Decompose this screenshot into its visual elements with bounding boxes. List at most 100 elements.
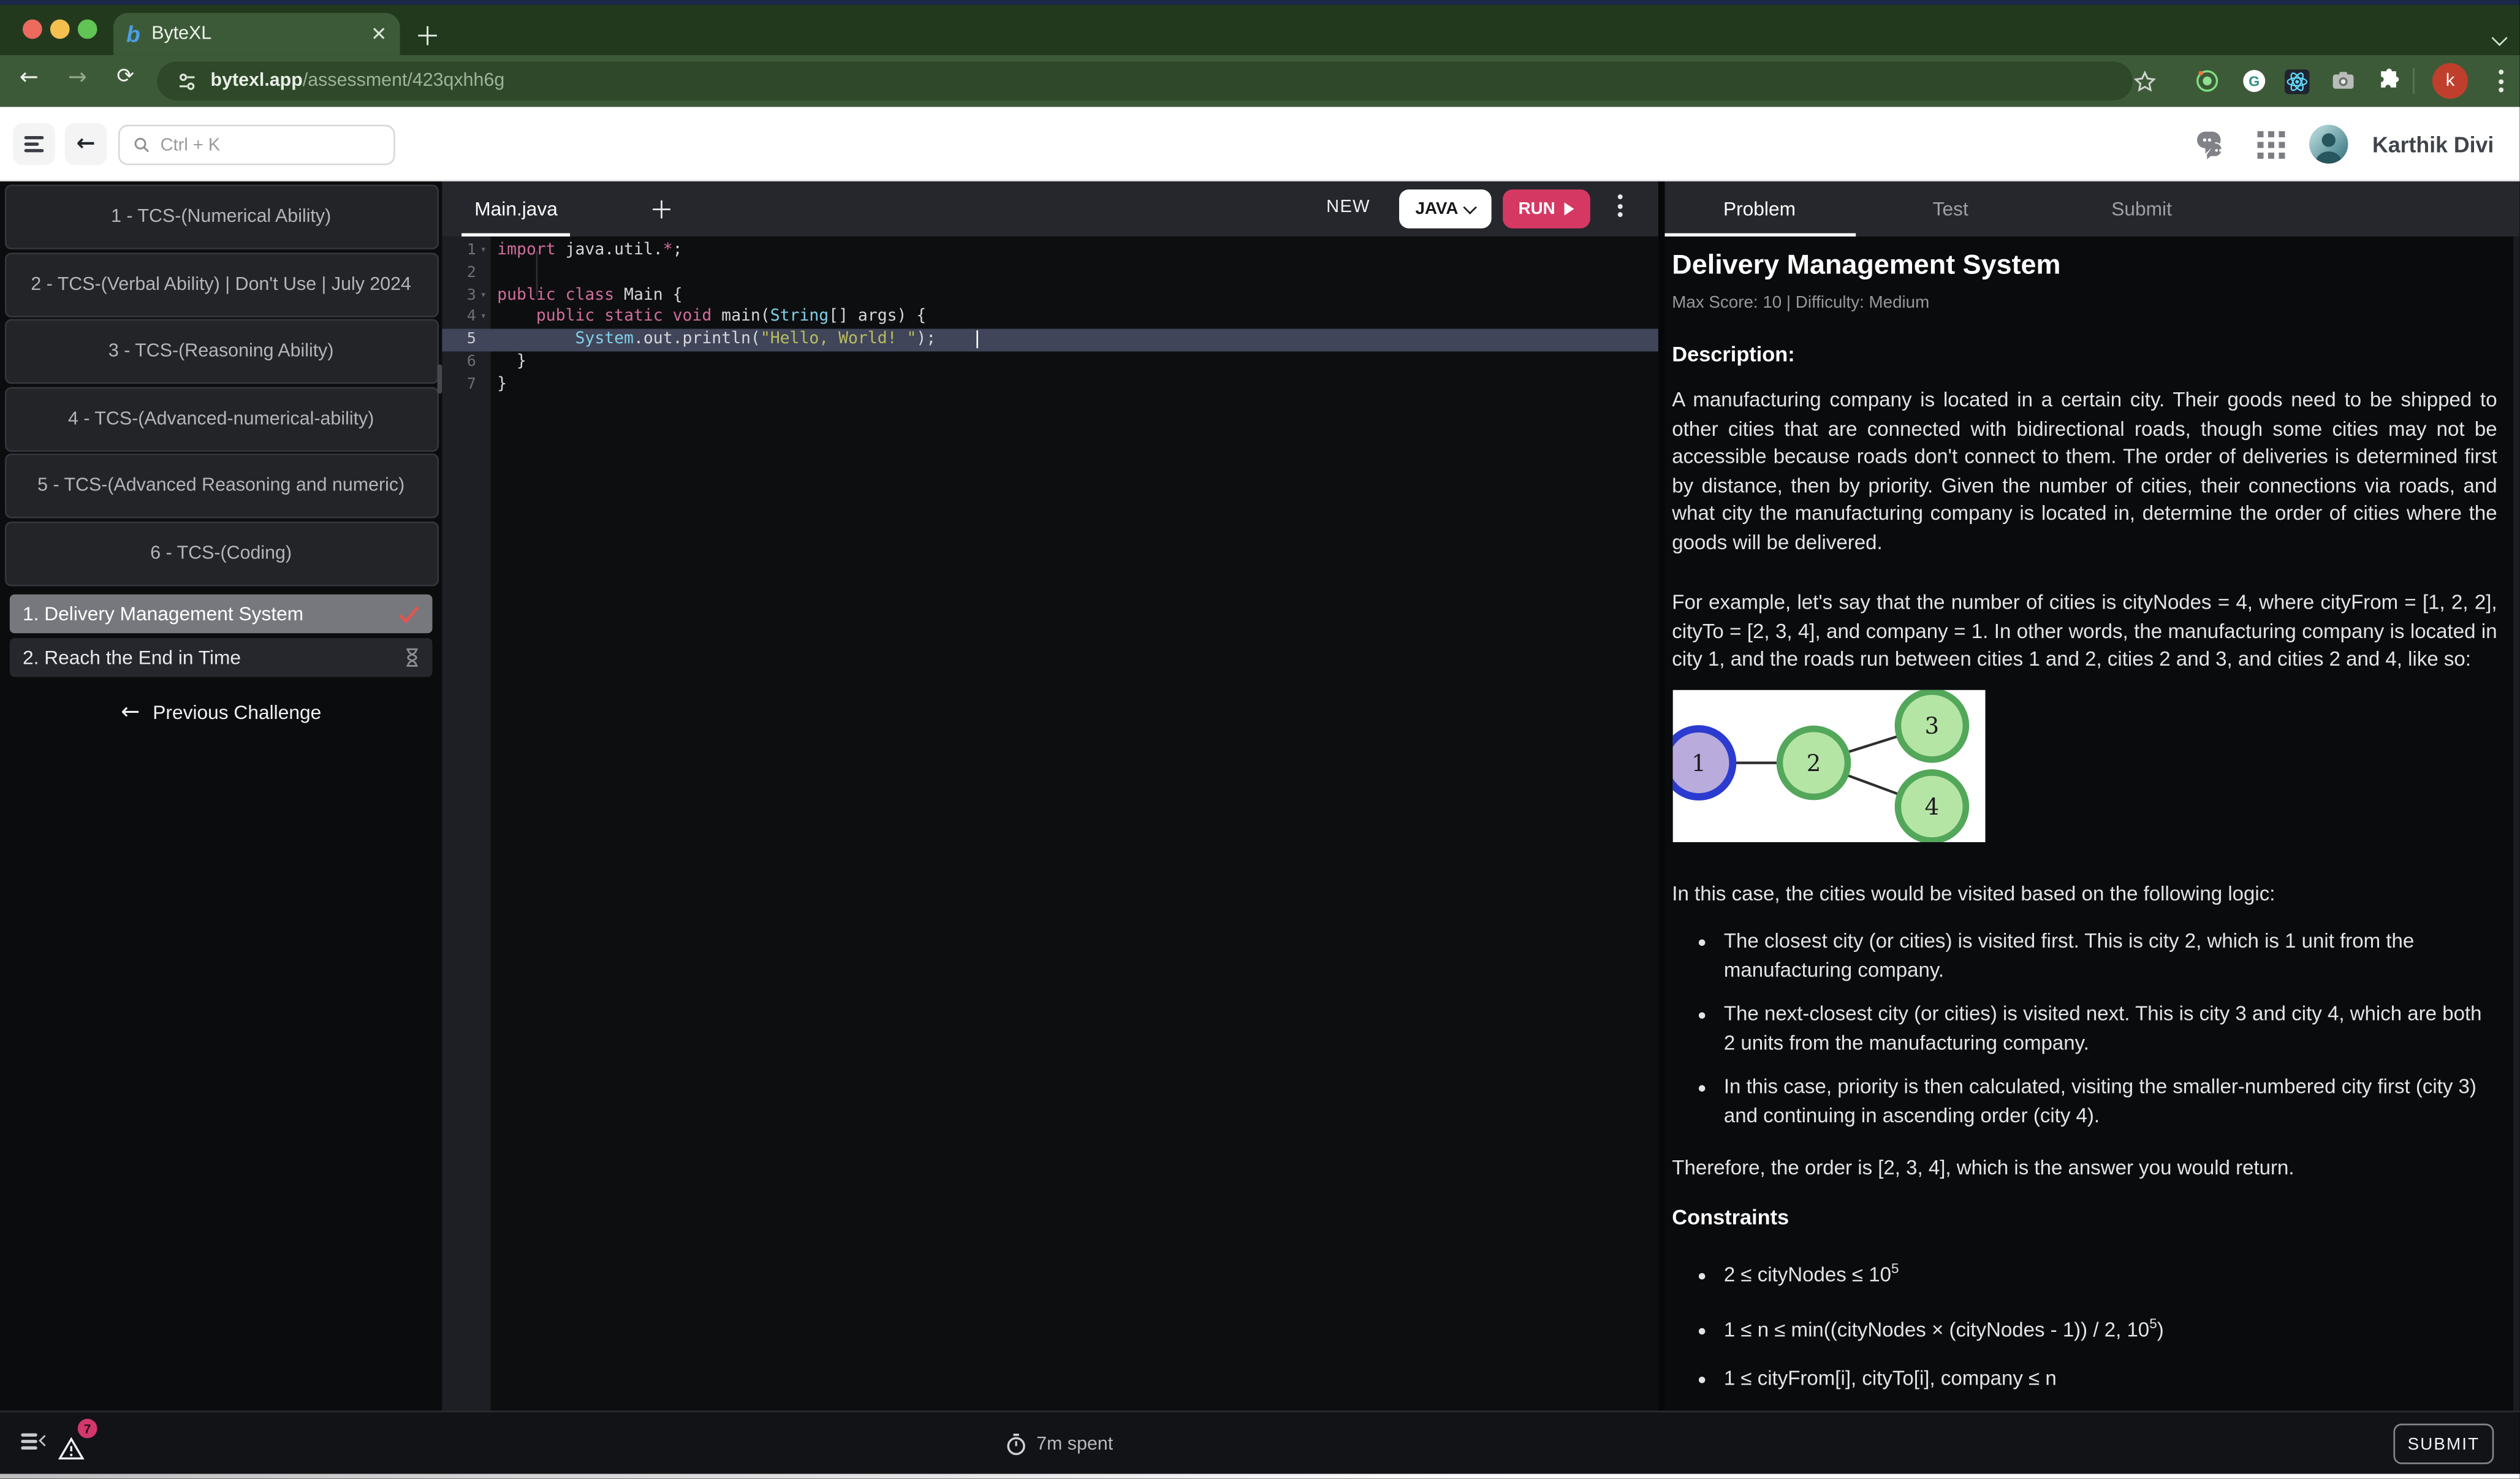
graph-node-label: 3	[1924, 712, 1938, 739]
extension-orbit-icon[interactable]	[2190, 63, 2225, 99]
collapse-panel-button[interactable]	[21, 1434, 48, 1450]
extension-screenshot-icon[interactable]	[2326, 63, 2361, 99]
warning-triangle-icon	[58, 1437, 84, 1461]
browser-back-icon[interactable]: ←	[20, 65, 39, 91]
section-list: 1 - TCS-(Numerical Ability)2 - TCS-(Verb…	[0, 181, 442, 585]
play-icon	[1565, 202, 1575, 215]
code-line[interactable]: 4▾ public static void main(String[] args…	[442, 306, 1658, 329]
chevron-down-icon	[1465, 200, 1478, 213]
line-number: 4▾	[442, 306, 490, 329]
tab-test[interactable]: Test	[1855, 181, 2046, 237]
code-line[interactable]: 3▾public class Main {	[442, 284, 1658, 306]
challenge-item-delivery-management-system[interactable]: 1. Delivery Management System	[10, 595, 433, 633]
sidebar-section-item[interactable]: 5 - TCS-(Advanced Reasoning and numeric)	[4, 454, 438, 519]
submit-button[interactable]: SUBMIT	[2393, 1424, 2494, 1464]
window-zoom-button[interactable]	[78, 20, 97, 39]
problem-meta: Max Score: 10 | Difficulty: Medium	[1672, 293, 2497, 313]
sidebar-section-item[interactable]: 1 - TCS-(Numerical Ability)	[4, 184, 438, 249]
city-graph-figure: 1234	[1672, 689, 1984, 841]
sidebar-section-item[interactable]: 3 - TCS-(Reasoning Ability)	[4, 319, 438, 384]
screen-bottom-strip	[0, 1474, 2520, 1479]
editor-toolbar: Main.java ＋ NEW JAVA RUN	[442, 181, 1658, 237]
sidebar-section-item[interactable]: 2 - TCS-(Verbal Ability) | Don't Use | J…	[4, 252, 438, 317]
svg-text:G: G	[2249, 74, 2260, 89]
browser-tab[interactable]: b ByteXL ✕	[113, 13, 400, 55]
indent-guide	[536, 251, 538, 297]
sidebar-scrollbar[interactable]	[437, 365, 442, 394]
stopwatch-icon	[1006, 1432, 1027, 1455]
url-path: /assessment/423qxhh6g	[303, 71, 504, 91]
logic-bullet: In this case, priority is then calculate…	[1721, 1074, 2497, 1130]
browser-toolbar: ← → ⟳ bytexl.app/assessment/423qxhh6g G	[0, 55, 2520, 107]
line-number: 1▾	[442, 240, 490, 262]
code-line[interactable]: 7}	[442, 373, 1658, 395]
browser-reload-icon[interactable]: ⟳	[116, 65, 134, 89]
new-tab-button[interactable]: ＋	[414, 15, 440, 53]
window-close-button[interactable]	[23, 20, 42, 39]
address-bar[interactable]: bytexl.app/assessment/423qxhh6g	[157, 61, 2133, 100]
browser-menu-kebab-icon[interactable]	[2483, 63, 2518, 99]
editor-options-kebab-icon[interactable]	[1618, 194, 1623, 217]
code-line[interactable]: 6 }	[442, 351, 1658, 373]
file-tab-label: Main.java	[474, 197, 558, 220]
problem-body[interactable]: Delivery Management System Max Score: 10…	[1664, 237, 2520, 1411]
panel-scrollbar[interactable]	[2513, 237, 2520, 1411]
fold-arrow-icon[interactable]: ▾	[476, 240, 491, 262]
add-file-button[interactable]: ＋	[650, 192, 674, 226]
tab-title: ByteXL	[151, 25, 371, 44]
previous-challenge-link[interactable]: ← Previous Challenge	[0, 700, 442, 726]
screen: b ByteXL ✕ ＋ ← → ⟳ bytexl.app/assessment…	[0, 0, 2520, 1479]
url-host: bytexl.app	[211, 71, 303, 91]
proctoring-warning-button[interactable]: 7	[58, 1425, 94, 1461]
browser-forward-icon[interactable]: →	[68, 65, 87, 91]
tab-problem[interactable]: Problem	[1664, 181, 1855, 237]
challenge-label: 2. Reach the End in Time	[23, 646, 241, 669]
extensions-puzzle-icon[interactable]	[2370, 63, 2406, 99]
sidebar-section-item[interactable]: 4 - TCS-(Advanced-numerical-ability)	[4, 386, 438, 451]
code-line[interactable]: 5 System.out.println("Hello, World! ");	[442, 329, 1658, 351]
chevron-left-icon	[39, 1435, 50, 1447]
code-line[interactable]: 1▾import java.util.*;	[442, 240, 1658, 262]
chat-support-icon[interactable]	[2194, 128, 2233, 161]
search-input[interactable]: Ctrl + K	[118, 124, 395, 165]
logic-bullet: The next-closest city (or cities) is vis…	[1721, 1001, 2497, 1057]
back-arrow-icon: ←	[77, 131, 96, 157]
previous-challenge-label: Previous Challenge	[153, 701, 321, 724]
desktop-top-strip	[0, 0, 2520, 5]
time-spent-label: 7m spent	[1036, 1434, 1113, 1454]
new-file-button[interactable]: NEW	[1326, 197, 1370, 217]
language-select[interactable]: JAVA	[1399, 189, 1492, 228]
run-label: RUN	[1519, 199, 1555, 219]
tab-search-chevron-icon[interactable]	[2494, 23, 2507, 36]
extension-grammarly-icon[interactable]: G	[2236, 63, 2272, 99]
browser-profile-avatar[interactable]: k	[2432, 63, 2468, 99]
status-bar: 7 7m spent SUBMIT	[0, 1411, 2520, 1474]
run-button[interactable]: RUN	[1503, 189, 1590, 228]
sidebar-section-item[interactable]: 6 - TCS-(Coding)	[4, 521, 438, 586]
apps-grid-icon[interactable]	[2257, 131, 2285, 158]
user-name[interactable]: Karthik Divi	[2372, 132, 2494, 156]
list-lines-icon	[21, 1434, 37, 1450]
code-area[interactable]: 1▾import java.util.*;23▾public class Mai…	[442, 237, 1658, 1411]
fold-arrow-icon[interactable]: ▾	[476, 306, 491, 329]
logic-intro: In this case, the cities would be visite…	[1672, 880, 2497, 908]
editor-panel-divider[interactable]	[1658, 181, 1664, 1411]
site-settings-icon[interactable]	[176, 70, 197, 91]
bookmark-star-icon[interactable]	[2126, 63, 2161, 99]
window-minimize-button[interactable]	[50, 20, 70, 39]
graph-node-label: 2	[1805, 749, 1820, 775]
panel-menu-button[interactable]	[13, 123, 55, 165]
tab-submit[interactable]: Submit	[2046, 181, 2237, 237]
line-number: 6	[442, 351, 490, 373]
file-tab-main-java[interactable]: Main.java	[455, 181, 577, 237]
app-back-button[interactable]: ←	[65, 123, 107, 165]
line-number: 5	[442, 329, 490, 351]
user-avatar[interactable]	[2309, 124, 2348, 163]
tab-close-icon[interactable]: ✕	[371, 23, 387, 45]
extension-react-devtools-icon[interactable]	[2279, 63, 2314, 99]
fold-arrow-icon[interactable]: ▾	[476, 284, 491, 306]
challenge-item-reach-the-end-in-time[interactable]: 2. Reach the End in Time	[10, 638, 433, 677]
list-menu-icon	[25, 136, 44, 152]
answer-paragraph: Therefore, the order is [2, 3, 4], which…	[1672, 1155, 2497, 1183]
code-line[interactable]: 2	[442, 262, 1658, 284]
